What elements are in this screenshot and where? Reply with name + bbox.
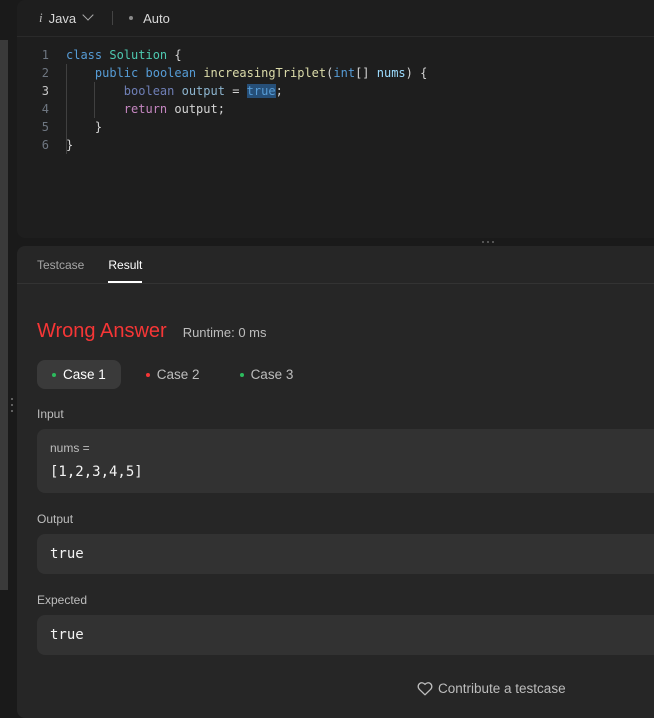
output-label: Output <box>37 512 74 526</box>
contribute-label: Contribute a testcase <box>438 681 566 696</box>
input-value: [1,2,3,4,5] <box>50 464 143 480</box>
heart-icon <box>417 682 433 696</box>
result-panel: Testcase Result Wrong Answer Runtime: 0 … <box>17 246 654 718</box>
line-number: 6 <box>41 138 49 152</box>
autocomplete-label: Auto <box>143 10 170 26</box>
toolbar-divider <box>112 11 114 25</box>
line-number: 1 <box>41 48 49 62</box>
line-number: 5 <box>41 120 49 134</box>
fail-dot-icon <box>145 372 150 377</box>
code-line: 3 boolean output = true; <box>17 82 654 100</box>
code-line: 2 public boolean increasingTriplet(int[]… <box>17 64 654 82</box>
expected-label: Expected <box>37 593 88 607</box>
language-icon: i <box>39 10 43 25</box>
autocomplete-toggle[interactable]: Auto <box>129 11 170 26</box>
left-scrollbar[interactable] <box>0 40 8 590</box>
code-area[interactable]: 1 class Solution { 2 public boolean incr… <box>17 37 654 154</box>
input-box: nums = [1,2,3,4,5] <box>37 429 654 493</box>
language-label: Java <box>48 10 77 26</box>
code-line: 5 } <box>17 118 654 136</box>
language-selector[interactable]: i Java <box>39 9 94 26</box>
output-value: true <box>50 546 84 562</box>
case-label: Case 1 <box>63 367 106 382</box>
vertical-resize-handle[interactable] <box>10 398 14 418</box>
expected-box: true <box>37 615 654 655</box>
case-label: Case 3 <box>250 367 294 382</box>
output-box: true <box>37 534 654 574</box>
code-line: 1 class Solution { <box>17 46 654 64</box>
contribute-testcase-button[interactable]: Contribute a testcase <box>417 681 566 696</box>
case-tab-2[interactable]: Case 2 <box>131 360 215 389</box>
pass-dot-icon <box>52 372 56 377</box>
pass-dot-icon <box>239 372 244 377</box>
line-number: 3 <box>41 84 49 98</box>
case-tab-3[interactable]: Case 3 <box>225 360 309 389</box>
panel-tabs: Testcase Result <box>17 246 654 284</box>
case-tabs: Case 1 Case 2 Case 3 <box>37 360 308 389</box>
tab-result[interactable]: Result <box>108 246 143 283</box>
case-label: Case 2 <box>156 367 200 382</box>
line-number: 2 <box>41 66 49 80</box>
result-header: Wrong Answer Runtime: 0 ms <box>37 320 267 343</box>
code-line: 6 } <box>17 136 654 154</box>
selected-text: true <box>246 84 276 98</box>
chevron-down-icon <box>82 9 94 21</box>
case-tab-1[interactable]: Case 1 <box>37 360 121 389</box>
horizontal-resize-handle[interactable] <box>482 241 494 243</box>
input-label: Input <box>37 407 64 421</box>
status-dot-icon <box>129 16 134 20</box>
line-number: 4 <box>41 102 49 116</box>
input-variable: nums = <box>50 441 90 455</box>
runtime-text: Runtime: 0 ms <box>182 325 267 340</box>
editor-toolbar: i Java Auto <box>17 0 654 37</box>
code-editor[interactable]: i Java Auto 1 class Solution { 2 public … <box>17 0 654 238</box>
tab-testcase[interactable]: Testcase <box>37 246 84 283</box>
expected-value: true <box>50 627 84 643</box>
result-status: Wrong Answer <box>37 320 167 342</box>
code-line: 4 return output; <box>17 100 654 118</box>
left-panel-edge <box>0 0 17 718</box>
